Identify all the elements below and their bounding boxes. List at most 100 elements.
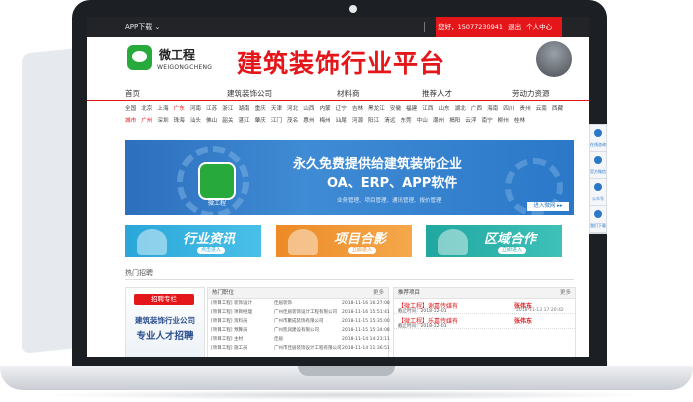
nav-item-talent[interactable]: 推荐人才 — [422, 88, 452, 99]
province-item[interactable]: 云南 — [536, 106, 547, 112]
promo-line: 专业人才招聘 — [136, 331, 194, 342]
side-item-download[interactable]: 我们下载 — [590, 206, 606, 233]
job-row[interactable]: [项目工程] 资料员 广州市聚成装饰有限公司 2018-11-15 15:35:00 — [208, 317, 390, 326]
list-item[interactable]: 【微工程】谢嘉传媒有 张伟东 截止时间：2018-12-01 2018-11-1… — [394, 299, 575, 314]
city-item[interactable]: 佛山 — [206, 118, 217, 124]
job-title[interactable]: [项目工程] 资料员 — [211, 317, 247, 326]
job-row[interactable]: [项目工程] 预算员 广州凯润建设有限公司 2018-11-15 15:34:08 — [208, 326, 390, 335]
nav-item-labor[interactable]: 劳动力资源 — [512, 88, 550, 99]
job-title[interactable]: [项目工程] 主材 — [211, 335, 243, 344]
tile-regional-cooperation[interactable]: 区域合作 立即进入 — [426, 225, 562, 257]
nav-item-home[interactable]: 首页 — [125, 88, 140, 99]
side-item-wechat[interactable]: 官方微信 — [590, 152, 606, 179]
job-row[interactable]: [项目工程] 项目经理 广州佳居装饰设计工程有限公司 2018-11-16 15:5… — [208, 308, 390, 317]
province-item[interactable]: 江西 — [422, 106, 433, 112]
province-item[interactable]: 河南 — [190, 106, 201, 112]
province-item[interactable]: 内蒙 — [319, 106, 330, 112]
province-item[interactable]: 海南 — [487, 106, 498, 112]
province-item[interactable]: 安徽 — [390, 106, 401, 112]
logo-icon[interactable] — [127, 45, 152, 70]
promo-banner[interactable]: 微工程 永久免费提供给建筑装饰企业 OA、ERP、APP软件 业务管理、项目管理… — [125, 140, 574, 215]
job-date: 2018-11-16 16:27:08 — [342, 301, 390, 306]
more-link[interactable]: 更多 — [560, 288, 571, 298]
province-item-selected[interactable]: 广东 — [174, 106, 185, 112]
province-item[interactable]: 全国 — [125, 106, 136, 112]
job-row[interactable]: [项目工程] 主材 佳居 2018-11-14 14:23:11 — [208, 335, 390, 344]
job-company: 佳居装饰 — [274, 301, 292, 306]
city-item[interactable]: 东莞 — [400, 118, 411, 124]
recruit-promo[interactable]: 招聘专栏 建筑装饰行业公司 专业人才招聘 — [125, 287, 205, 357]
province-item[interactable]: 湖北 — [455, 106, 466, 112]
city-item[interactable]: 汕尾 — [336, 118, 347, 124]
side-item-consult[interactable]: 在线咨询 — [590, 125, 606, 152]
province-item[interactable]: 黑龙江 — [368, 106, 385, 112]
city-item[interactable]: 江门 — [271, 118, 282, 124]
province-item[interactable]: 辽宁 — [336, 106, 347, 112]
city-item[interactable]: 惠州 — [303, 118, 314, 124]
city-item[interactable]: 清远 — [384, 118, 395, 124]
province-item[interactable]: 北京 — [141, 106, 152, 112]
job-title[interactable]: [项目工程] 装饰设计 — [211, 299, 252, 308]
province-item[interactable]: 山西 — [303, 106, 314, 112]
avatar[interactable] — [536, 41, 572, 77]
city-item[interactable]: 云浮 — [465, 118, 476, 124]
province-item[interactable]: 浙江 — [222, 106, 233, 112]
job-date: 2018-11-14 14:23:11 — [342, 337, 390, 342]
city-item[interactable]: 韶关 — [222, 118, 233, 124]
promo-line: 建筑装饰行业公司 — [135, 316, 195, 325]
province-item[interactable]: 贵州 — [519, 106, 530, 112]
tile-title: 项目合影 — [334, 232, 387, 247]
province-item[interactable]: 重庆 — [255, 106, 266, 112]
city-item[interactable]: 南宁 — [481, 118, 492, 124]
city-item[interactable]: 柳州 — [498, 118, 509, 124]
job-company: 广州市聚成装饰有限公司 — [274, 319, 324, 324]
province-item[interactable]: 上海 — [157, 106, 168, 112]
city-item[interactable]: 湛江 — [238, 118, 249, 124]
city-item[interactable]: 珠海 — [174, 118, 185, 124]
tile-button[interactable]: 点击进入 — [197, 247, 226, 254]
app-download-link[interactable]: APP下载 ⌄ — [125, 22, 160, 32]
enter-button[interactable]: 进入微网 ▸▸ — [527, 202, 569, 211]
tile-button[interactable]: 立即进入 — [348, 247, 377, 254]
job-title[interactable]: [项目工程] 预算员 — [211, 326, 247, 335]
logout-link[interactable]: 退出 — [508, 23, 521, 31]
city-item[interactable]: 深圳 — [157, 118, 168, 124]
province-item[interactable]: 湖南 — [238, 106, 249, 112]
province-item[interactable]: 西藏 — [552, 106, 563, 112]
province-item[interactable]: 江苏 — [206, 106, 217, 112]
more-link[interactable]: 更多 — [373, 288, 384, 298]
province-item[interactable]: 广西 — [471, 106, 482, 112]
city-item[interactable]: 潮州 — [433, 118, 444, 124]
job-row[interactable]: [项目工程] 装饰设计 佳居装饰 2018-11-16 16:27:08 — [208, 299, 390, 308]
city-item[interactable]: 汕头 — [190, 118, 201, 124]
side-item-public[interactable]: 公众号 — [590, 179, 606, 206]
city-item[interactable]: 揭阳 — [449, 118, 460, 124]
city-item[interactable]: 肇庆 — [255, 118, 266, 124]
province-item[interactable]: 河北 — [287, 106, 298, 112]
job-title[interactable]: [项目工程] 施工员 — [211, 344, 247, 353]
logo-name[interactable]: 微工程 — [159, 46, 195, 63]
nav-item-suppliers[interactable]: 材料商 — [337, 88, 360, 99]
province-item[interactable]: 吉林 — [352, 106, 363, 112]
city-item[interactable]: 茂名 — [287, 118, 298, 124]
province-item[interactable]: 天津 — [271, 106, 282, 112]
nav-item-decoration-companies[interactable]: 建筑装饰公司 — [227, 88, 272, 99]
province-item[interactable]: 山东 — [438, 106, 449, 112]
job-title[interactable]: [项目工程] 项目经理 — [211, 308, 252, 317]
tile-industry-news[interactable]: 行业资讯 点击进入 — [125, 225, 261, 257]
user-center-link[interactable]: 个人中心 — [526, 23, 552, 31]
city-item[interactable]: 河源 — [352, 118, 363, 124]
province-item[interactable]: 四川 — [503, 106, 514, 112]
city-item[interactable]: 梅州 — [319, 118, 330, 124]
city-item-selected[interactable]: 广州 — [141, 118, 152, 124]
list-item[interactable]: 【微工程】乐嘉传媒有 张伟东 截止时间：2018-12-01 — [394, 314, 575, 329]
tile-project-photos[interactable]: 项目合影 立即进入 — [276, 225, 412, 257]
city-item[interactable]: 阳江 — [368, 118, 379, 124]
job-row[interactable]: [项目工程] 施工员 广州市佳居装饰设计工程有限公司 2018-11-14 11:3… — [208, 344, 390, 353]
tile-button[interactable]: 立即进入 — [498, 247, 527, 254]
city-item[interactable]: 中山 — [417, 118, 428, 124]
user-bar: 您好，15077230941 退出 个人中心 — [436, 17, 562, 37]
city-item[interactable]: 桂林 — [514, 118, 525, 124]
webcam — [349, 5, 357, 13]
province-item[interactable]: 福建 — [406, 106, 417, 112]
